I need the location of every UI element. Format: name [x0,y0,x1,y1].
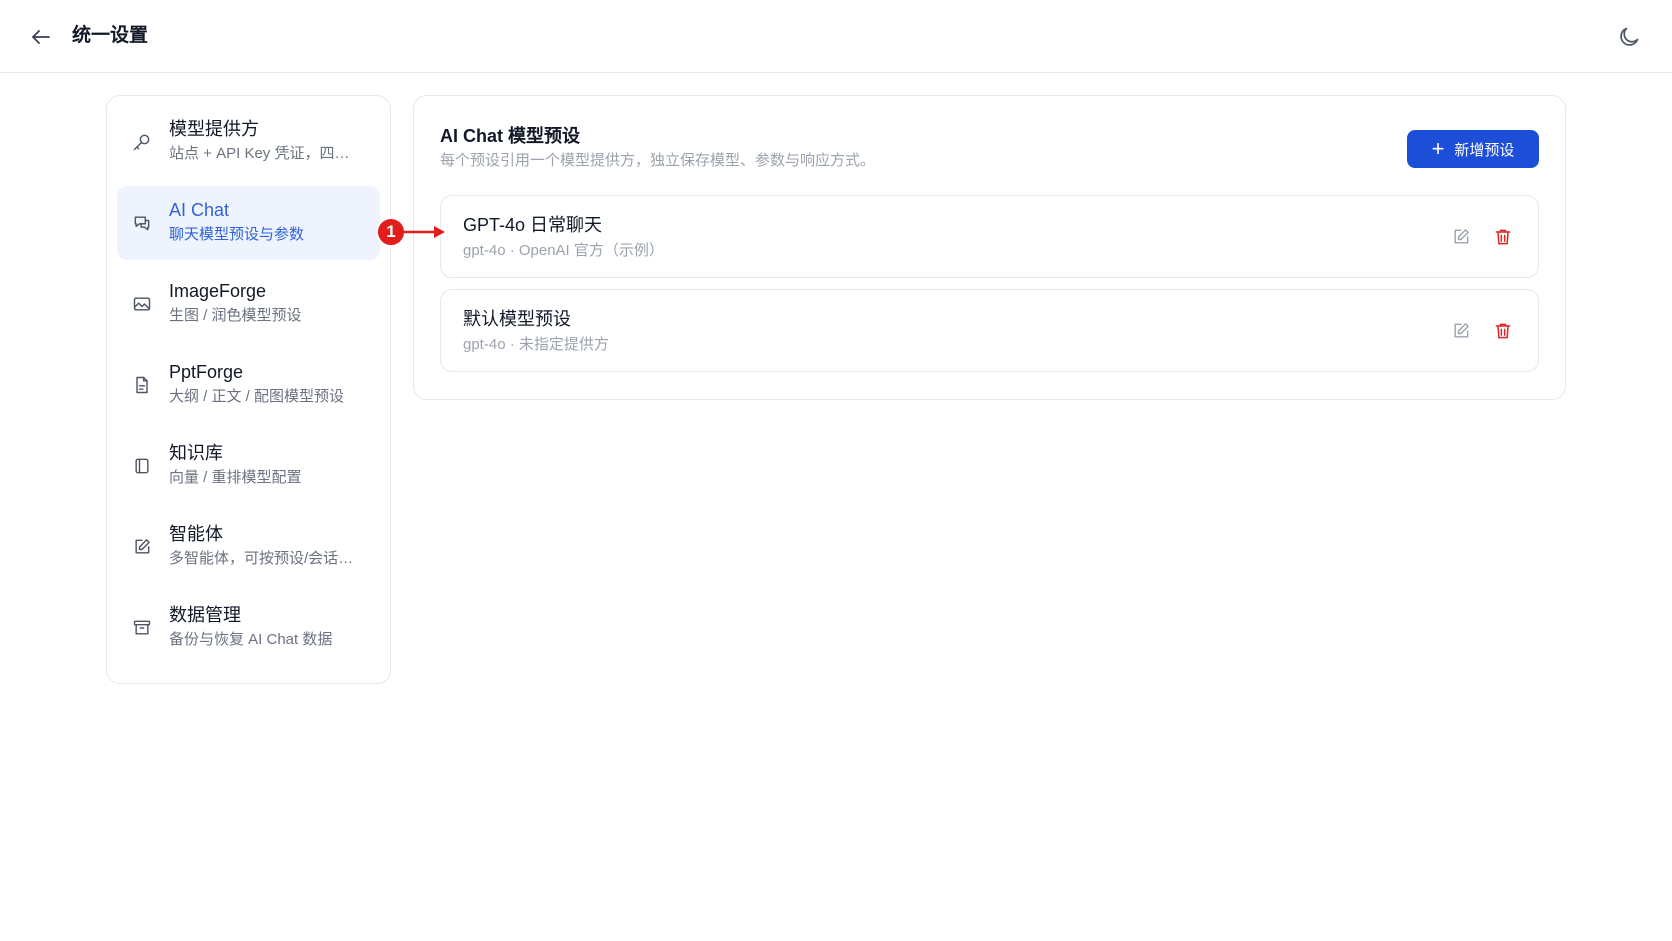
sidebar-item-title: 数据管理 [169,605,241,625]
edit-preset-button[interactable] [1450,226,1472,248]
sidebar-item-model-providers[interactable]: 模型提供方 站点 + API Key 凭证，四… [117,105,380,179]
sidebar-item-subtitle: 向量 / 重排模型配置 [169,469,302,486]
sidebar-item-ai-chat[interactable]: AI Chat 聊天模型预设与参数 [117,186,380,260]
moon-icon [1620,27,1639,46]
sidebar-item-title: ImageForge [169,281,267,301]
top-bar: 统一设置 [0,0,1672,73]
trash-icon [1495,229,1511,245]
annotation-marker: 1 [376,217,446,247]
presets-panel: AI Chat 模型预设 每个预设引用一个模型提供方，独立保存模型、参数与响应方… [413,95,1566,400]
sidebar-item-title: AI Chat [169,200,230,220]
sidebar-item-subtitle: 生图 / 润色模型预设 [169,307,302,324]
sidebar-item-subtitle: 多智能体，可按预设/会话… [169,550,354,567]
preset-meta: gpt-4o · OpenAI 官方（示例） [463,242,664,259]
preset-actions [1450,320,1514,342]
settings-sidebar: 模型提供方 站点 + API Key 凭证，四… AI Chat 聊天模型预设与… [106,95,391,684]
book-icon [131,455,153,477]
panel-title: AI Chat 模型预设 [440,126,581,146]
sidebar-item-subtitle: 站点 + API Key 凭证，四… [169,145,350,162]
edit-icon [1454,323,1469,338]
preset-card[interactable]: GPT-4o 日常聊天 gpt-4o · OpenAI 官方（示例） [440,195,1539,278]
sidebar-item-subtitle: 大纲 / 正文 / 配图模型预设 [169,388,345,405]
sidebar-item-title: 知识库 [169,443,223,463]
sidebar-item-agents[interactable]: 智能体 多智能体，可按预设/会话… [117,510,380,584]
page-title: 统一设置 [72,25,149,46]
preset-card[interactable]: 默认模型预设 gpt-4o · 未指定提供方 [440,289,1539,372]
sidebar-item-title: PptForge [169,362,244,382]
arrow-left-icon [32,30,50,44]
plus-icon: + [1431,136,1445,161]
trash-icon [1495,323,1511,339]
preset-meta: gpt-4o · 未指定提供方 [463,336,609,353]
theme-toggle-button[interactable] [1614,22,1644,52]
key-icon [131,131,153,153]
file-icon [131,374,153,396]
panel-subtitle: 每个预设引用一个模型提供方，独立保存模型、参数与响应方式。 [440,152,876,169]
sidebar-item-subtitle: 备份与恢复 AI Chat 数据 [169,631,333,648]
preset-name: GPT-4o 日常聊天 [463,215,603,235]
sidebar-item-data-management[interactable]: 数据管理 备份与恢复 AI Chat 数据 [117,591,380,665]
annotation-badge: 1 [376,217,406,247]
delete-preset-button[interactable] [1492,226,1514,248]
edit-icon [1454,229,1469,244]
sidebar-item-knowledge-base[interactable]: 知识库 向量 / 重排模型配置 [117,429,380,503]
preset-actions [1450,226,1514,248]
annotation-arrow-icon [404,226,445,238]
add-preset-label: 新增预设 [1454,141,1515,159]
chat-icon [131,212,153,234]
delete-preset-button[interactable] [1492,320,1514,342]
edit-icon [131,536,153,558]
sidebar-item-pptforge[interactable]: PptForge 大纲 / 正文 / 配图模型预设 [117,348,380,422]
archive-icon [131,617,153,639]
sidebar-item-subtitle: 聊天模型预设与参数 [169,226,305,243]
add-preset-button[interactable]: + 新增预设 [1407,130,1539,168]
sidebar-item-imageforge[interactable]: ImageForge 生图 / 润色模型预设 [117,267,380,341]
back-button[interactable] [26,22,56,52]
sidebar-item-title: 智能体 [169,524,223,544]
sidebar-item-title: 模型提供方 [169,119,259,139]
image-icon [131,293,153,315]
preset-name: 默认模型预设 [463,309,571,329]
edit-preset-button[interactable] [1450,320,1472,342]
